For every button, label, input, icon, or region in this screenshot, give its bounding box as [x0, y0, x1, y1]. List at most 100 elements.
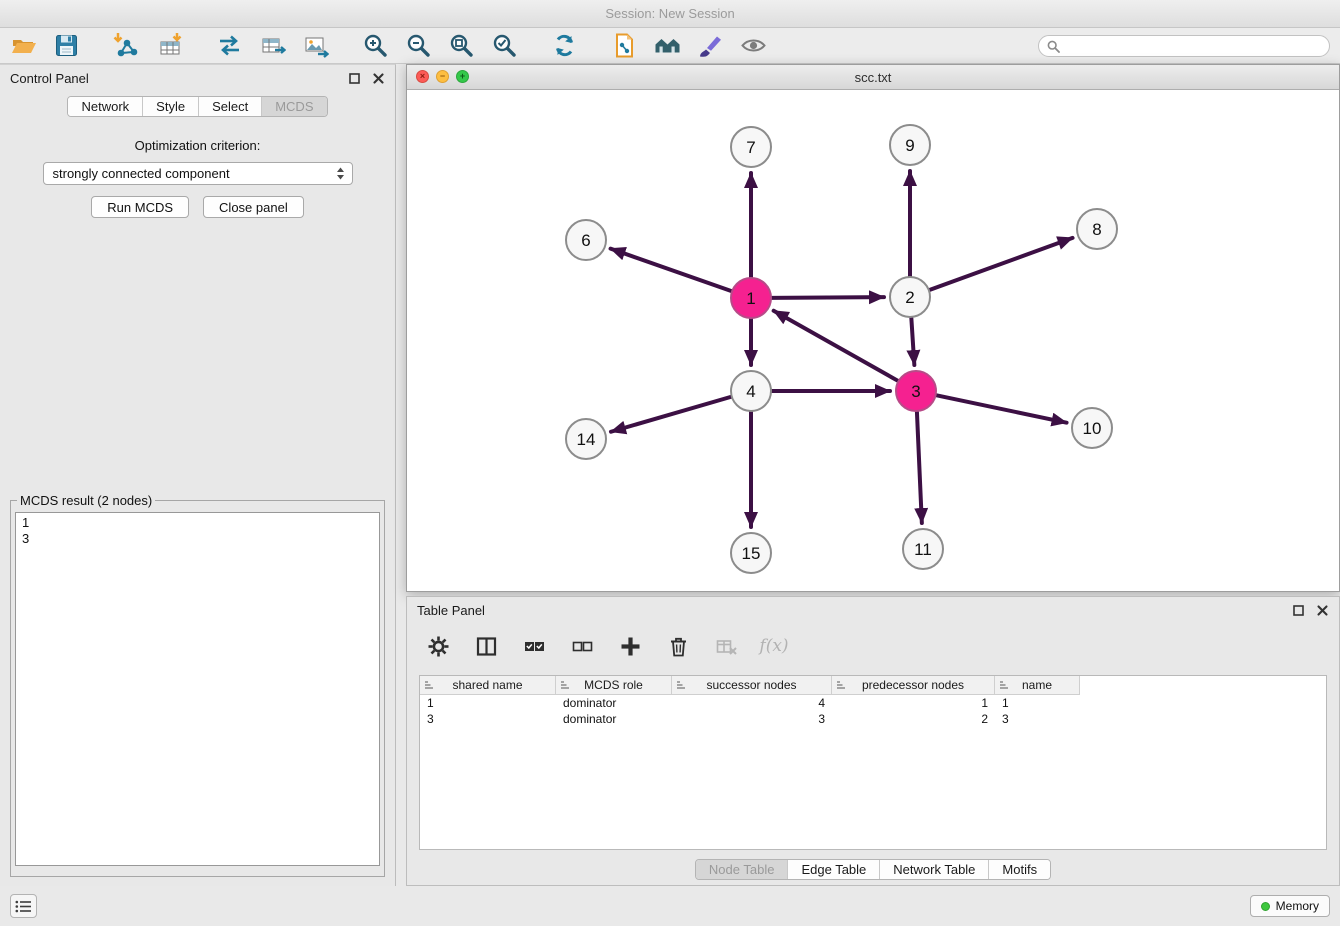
- float-control-panel-button[interactable]: [348, 72, 361, 85]
- network-window-titlebar[interactable]: × − + scc.txt: [407, 65, 1339, 90]
- node-1[interactable]: 1: [731, 278, 771, 318]
- float-table-panel-button[interactable]: [1292, 604, 1305, 617]
- show-column-button[interactable]: [473, 633, 499, 659]
- minimize-window-button[interactable]: −: [436, 70, 449, 83]
- tab-select[interactable]: Select: [198, 97, 261, 116]
- zoom-fit-button[interactable]: [446, 31, 476, 61]
- open-session-button[interactable]: [8, 31, 38, 61]
- save-session-button[interactable]: [51, 31, 81, 61]
- mcds-result-item[interactable]: 1: [22, 515, 373, 531]
- node-4[interactable]: 4: [731, 371, 771, 411]
- network-canvas[interactable]: 7 9 6 8 1 2 4 3 14 10 15 11: [407, 90, 1339, 591]
- select-all-rows-button[interactable]: [521, 633, 547, 659]
- node-2[interactable]: 2: [890, 277, 930, 317]
- column-header-successor-nodes[interactable]: successor nodes: [672, 676, 832, 695]
- export-image-button[interactable]: [300, 31, 330, 61]
- zoom-out-button[interactable]: [403, 31, 433, 61]
- open-folder-icon: [10, 32, 37, 59]
- table-cell[interactable]: dominator: [556, 712, 672, 726]
- network-graph[interactable]: 7 9 6 8 1 2 4 3 14 10 15 11: [407, 90, 1339, 591]
- delete-table-button[interactable]: [713, 633, 739, 659]
- zoom-in-button[interactable]: [360, 31, 390, 61]
- table-cell[interactable]: 1: [832, 696, 995, 710]
- node-14[interactable]: 14: [566, 419, 606, 459]
- column-header-shared-name[interactable]: shared name: [420, 676, 556, 695]
- first-neighbors-button[interactable]: [609, 31, 639, 61]
- import-network-button[interactable]: [111, 31, 141, 61]
- mcds-result-item[interactable]: 3: [22, 531, 373, 547]
- optimization-criterion-dropdown[interactable]: strongly connected component: [43, 162, 353, 185]
- tab-node-table[interactable]: Node Table: [696, 860, 788, 879]
- table-cell[interactable]: 1: [420, 696, 556, 710]
- table-row[interactable]: 1 dominator 4 1 1: [420, 695, 1326, 711]
- table-options-button[interactable]: [425, 633, 451, 659]
- zoom-selected-button[interactable]: [489, 31, 519, 61]
- node-10[interactable]: 10: [1072, 408, 1112, 448]
- node-7[interactable]: 7: [731, 127, 771, 167]
- column-header-predecessor-nodes[interactable]: predecessor nodes: [832, 676, 995, 695]
- import-table-button[interactable]: [154, 31, 184, 61]
- home-button[interactable]: [652, 31, 682, 61]
- column-header-name[interactable]: name: [995, 676, 1080, 695]
- task-history-button[interactable]: [10, 894, 37, 918]
- tab-mcds[interactable]: MCDS: [261, 97, 326, 116]
- memory-button[interactable]: Memory: [1250, 895, 1330, 917]
- tab-style[interactable]: Style: [142, 97, 198, 116]
- close-control-panel-button[interactable]: [372, 72, 385, 85]
- mcds-buttons-row: Run MCDS Close panel: [0, 196, 395, 218]
- tab-edge-table[interactable]: Edge Table: [787, 860, 879, 879]
- table-cell[interactable]: 2: [832, 712, 995, 726]
- apply-style-button[interactable]: [695, 31, 725, 61]
- delete-column-button[interactable]: [665, 633, 691, 659]
- edge-3-11[interactable]: [917, 412, 922, 523]
- function-builder-button[interactable]: f(x): [761, 633, 787, 659]
- table-cell[interactable]: 3: [672, 712, 832, 726]
- edge-1-6[interactable]: [611, 249, 732, 291]
- run-mcds-button[interactable]: Run MCDS: [91, 196, 189, 218]
- deselect-all-rows-button[interactable]: [569, 633, 595, 659]
- maximize-window-button[interactable]: +: [456, 70, 469, 83]
- tab-motifs[interactable]: Motifs: [988, 860, 1050, 879]
- main-toolbar: [0, 28, 1340, 64]
- attribute-icon: [999, 680, 1009, 690]
- close-icon: [1317, 605, 1328, 616]
- search-input[interactable]: [1065, 39, 1321, 54]
- show-graphics-details-button[interactable]: [738, 31, 768, 61]
- node-6[interactable]: 6: [566, 220, 606, 260]
- table-cell[interactable]: 4: [672, 696, 832, 710]
- export-network-button[interactable]: [214, 31, 244, 61]
- table-header-row: shared name MCDS role successor nodes pr…: [420, 676, 1326, 695]
- node-3[interactable]: 3: [896, 371, 936, 411]
- node-label: 7: [746, 138, 755, 157]
- tab-network[interactable]: Network: [68, 97, 142, 116]
- edge-4-14[interactable]: [611, 397, 731, 432]
- close-table-panel-button[interactable]: [1316, 604, 1329, 617]
- table-cell[interactable]: 3: [420, 712, 556, 726]
- table-cell[interactable]: dominator: [556, 696, 672, 710]
- tab-network-table[interactable]: Network Table: [879, 860, 988, 879]
- close-panel-button[interactable]: Close panel: [203, 196, 304, 218]
- edge-3-1[interactable]: [774, 311, 898, 381]
- node-label: 9: [905, 136, 914, 155]
- column-header-mcds-role[interactable]: MCDS role: [556, 676, 672, 695]
- edge-1-2[interactable]: [772, 297, 884, 298]
- edge-2-3[interactable]: [911, 318, 914, 365]
- create-column-button[interactable]: [617, 633, 643, 659]
- node-label: 15: [742, 544, 761, 563]
- close-window-button[interactable]: ×: [416, 70, 429, 83]
- search-field[interactable]: [1038, 35, 1330, 57]
- node-11[interactable]: 11: [903, 529, 943, 569]
- node-8[interactable]: 8: [1077, 209, 1117, 249]
- refresh-icon: [551, 32, 578, 59]
- table-cell[interactable]: 3: [995, 712, 1080, 726]
- save-icon: [53, 32, 80, 59]
- node-15[interactable]: 15: [731, 533, 771, 573]
- export-table-button[interactable]: [257, 31, 287, 61]
- edge-3-10[interactable]: [937, 395, 1067, 422]
- table-cell[interactable]: 1: [995, 696, 1080, 710]
- edge-2-8[interactable]: [930, 238, 1073, 290]
- refresh-button[interactable]: [549, 31, 579, 61]
- node-9[interactable]: 9: [890, 125, 930, 165]
- table-row[interactable]: 3 dominator 3 2 3: [420, 711, 1326, 727]
- mcds-result-list[interactable]: 1 3: [15, 512, 380, 866]
